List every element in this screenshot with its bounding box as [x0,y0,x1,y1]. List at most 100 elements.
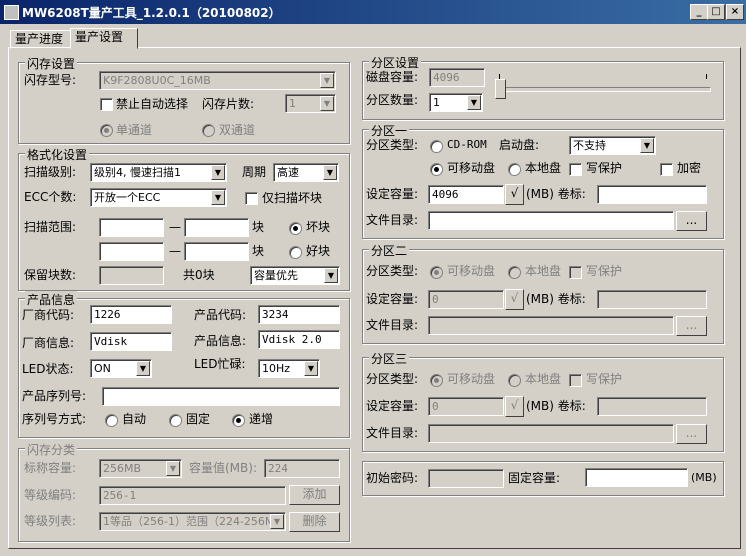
add-grade-button[interactable]: 添加 [289,485,340,505]
scan-range-label: 扫描范围: [24,220,77,234]
p2-dir-label: 文件目录: [366,318,419,332]
single-channel-radio[interactable] [100,124,113,137]
tab-settings[interactable]: 量产设置 [70,28,138,49]
p1-boot-select[interactable]: 不支持 ▼ [569,136,656,155]
p2-removable-radio[interactable] [430,266,443,279]
serial-input[interactable] [102,387,340,406]
p2-confirm-button[interactable]: √ [505,289,524,310]
product-info-input[interactable]: Vdisk 2.0 [258,330,340,349]
p2-cap-input[interactable]: 0 [428,290,504,309]
dual-channel-radio[interactable] [202,124,215,137]
good-block-label: 好块 [306,244,331,258]
p2-browse-button[interactable]: ... [676,316,707,336]
maximize-button[interactable]: □ [707,4,725,20]
range-end-1-input[interactable] [184,218,249,237]
p3-confirm-button[interactable]: √ [505,396,524,417]
grade-code-input[interactable]: 256-1 [99,486,286,505]
p3-removable-radio[interactable] [430,374,443,387]
chevron-down-icon: ▼ [467,95,481,110]
delete-grade-button[interactable]: 删除 [289,512,340,532]
fixed-cap-input[interactable] [585,468,688,487]
p3-browse-button[interactable]: ... [676,424,707,444]
password-group: 初始密码: 固定容量: (MB) [362,461,724,496]
ecc-label: ECC个数: [24,190,77,204]
init-password-input[interactable] [428,469,504,488]
fixed-cap-unit: (MB) [691,471,717,484]
flash-settings-group: 闪存设置 闪存型号: K9F2808U0C_16MB ▼ 禁止自动选择 闪存片数:… [18,55,350,144]
p3-type-label: 分区类型: [366,372,419,386]
chevron-down-icon: ▼ [323,165,337,180]
cap-value-input[interactable]: 224 [264,459,340,478]
nominal-cap-select[interactable]: 256MB ▼ [99,459,182,478]
p2-volume-input[interactable] [597,290,707,309]
p1-mb-vol-label: (MB) 卷标: [526,187,586,201]
slider-tick-max [706,74,707,79]
flash-class-group: 闪存分类 标称容量: 256MB ▼ 容量值(MB): 224 等级编码: 256… [18,441,350,542]
serial-auto-radio[interactable] [105,414,118,427]
cycle-select[interactable]: 高速 ▼ [273,163,339,182]
p2-dir-input[interactable] [428,316,674,335]
partition-slider-track[interactable] [499,87,711,92]
vendor-info-input[interactable]: Vdisk [90,332,172,351]
dash-1: — [169,220,181,234]
range-start-2-input[interactable] [99,242,164,261]
capacity-mode-select[interactable]: 容量优先 ▼ [250,266,340,285]
scan-level-select[interactable]: 级别4, 慢速扫描1 ▼ [90,163,227,182]
grade-code-label: 等级编码: [24,488,77,502]
range-start-1-input[interactable] [99,218,164,237]
partition-slider-thumb[interactable] [495,79,506,99]
grade-list-value: 1等品（256-1）范围（224-256M [103,515,275,528]
led-status-select[interactable]: ON ▼ [90,359,152,378]
p3-dir-input[interactable] [428,424,674,443]
p3-cap-input[interactable]: 0 [428,397,504,416]
p1-enc-checkbox[interactable] [660,163,673,176]
p3-mb-vol-label: (MB) 卷标: [526,399,586,413]
partition-settings-group: 分区设置 磁盘容量: 4096 分区数量: 1 ▼ [362,54,724,120]
product-info-label: 产品信息: [194,334,247,348]
p3-wp-checkbox[interactable] [569,374,582,387]
chips-select[interactable]: 1 ▼ [285,94,336,113]
good-block-radio[interactable] [289,246,302,259]
flash-type-select[interactable]: K9F2808U0C_16MB ▼ [99,71,336,90]
p1-volume-input[interactable] [597,185,707,204]
p1-local-radio[interactable] [508,163,521,176]
p2-wp-checkbox[interactable] [569,266,582,279]
grade-list-select[interactable]: 1等品（256-1）范围（224-256M ▼ [99,512,286,531]
bad-block-radio[interactable] [289,222,302,235]
p1-wp-checkbox[interactable] [569,163,582,176]
p1-cdrom-radio[interactable] [430,140,443,153]
disk-cap-input[interactable]: 4096 [429,68,485,87]
group-title: 分区三 [369,350,410,367]
partition-three-group: 分区三 分区类型: 可移动盘 本地盘 写保护 设定容量: 0 √ (MB) 卷标… [362,350,724,452]
range-end-2-input[interactable] [184,242,249,261]
p1-removable-radio[interactable] [430,163,443,176]
bad-only-checkbox[interactable] [245,192,258,205]
app-icon [4,5,19,20]
p1-cap-input[interactable]: 4096 [428,185,504,204]
serial-inc-radio[interactable] [232,414,245,427]
reserve-input[interactable] [99,266,164,285]
vendor-code-input[interactable]: 1226 [90,305,172,324]
nominal-cap-label: 标称容量: [24,461,77,475]
serial-fixed-radio[interactable] [169,414,182,427]
p1-dir-input[interactable] [428,211,674,230]
p1-confirm-button[interactable]: √ [505,184,524,205]
led-busy-select[interactable]: 10Hz ▼ [258,359,320,378]
grade-list-label: 等级列表: [24,514,77,528]
partition-count-select[interactable]: 1 ▼ [429,93,483,112]
chevron-down-icon: ▼ [211,165,225,180]
minimize-button[interactable]: _ [690,4,708,20]
p1-boot-value: 不支持 [573,139,606,152]
total-blocks-label: 共0块 [183,268,215,282]
close-button[interactable]: × [726,4,744,20]
p3-local-radio[interactable] [508,374,521,387]
p3-wp-label: 写保护 [586,372,623,386]
product-code-input[interactable]: 3234 [258,305,340,324]
disable-auto-checkbox[interactable] [100,98,113,111]
ecc-select[interactable]: 开放一个ECC ▼ [90,188,227,207]
p3-volume-input[interactable] [597,397,707,416]
title-bar: MW6208T量产工具_1.2.0.1（20100802） _ □ × [0,0,746,24]
ecc-value: 开放一个ECC [94,191,161,204]
p1-browse-button[interactable]: ... [676,211,707,231]
p2-local-radio[interactable] [508,266,521,279]
